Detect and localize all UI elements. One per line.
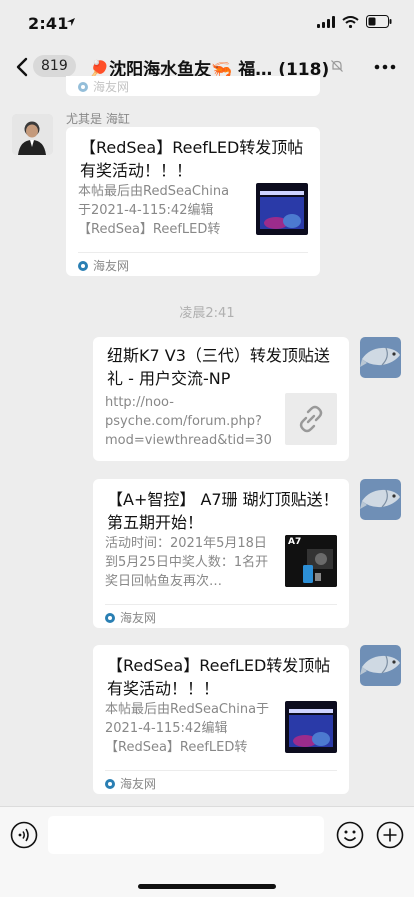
signal-icon [317,15,335,28]
link-thumbnail [285,701,337,753]
wifi-icon [342,15,359,28]
card-divider [105,604,337,605]
message-source: 海友网 [78,257,129,274]
link-thumbnail [256,183,308,235]
my-avatar[interactable] [360,645,401,686]
message-card[interactable]: 【RedSea】ReefLED转发顶帖有奖活动！！！ 本帖最后由RedSeaCh… [93,645,349,794]
status-time: 2:41 [28,14,69,33]
link-thumbnail [285,393,337,445]
sender-avatar[interactable] [12,114,53,155]
input-bar [0,806,414,897]
location-arrow-icon [67,18,75,26]
source-app-icon [78,260,88,271]
message-card[interactable]: 【RedSea】ReefLED转发顶帖有奖活动！！！ 本帖最后由RedSeaCh… [66,127,320,276]
link-title: 纽斯K7 V3（三代）转发顶贴送礼 - 用户交流-NP [107,346,330,388]
voice-input-icon[interactable] [10,821,38,849]
person-avatar-icon [12,114,53,155]
source-label: 海友网 [93,80,130,94]
message-card-partial[interactable]: 海友网 [66,76,320,96]
card-divider [105,770,337,771]
my-avatar[interactable] [360,479,401,520]
fish-avatar-icon [360,479,401,520]
link-title: 【A+智控】 A7珊 瑚灯顶贴送！第五期开始！ [107,490,339,532]
message-input[interactable] [48,816,324,854]
message-source: 海友网 [78,78,129,95]
time-separator: 凌晨2:41 [179,306,235,321]
link-description: 本帖最后由RedSeaChina于2021-4-115:42编辑【RedSea】… [78,184,230,237]
link-icon [299,405,323,433]
source-label: 海友网 [120,611,157,625]
card-divider [78,252,308,253]
link-title: 【RedSea】ReefLED转发顶帖有奖活动！！！ [107,656,331,698]
link-description: 本帖最后由RedSeaChina于2021-4-115:42编辑【RedSea】… [105,702,270,755]
add-more-icon[interactable] [376,821,404,849]
source-app-icon [105,612,115,623]
status-bar: 2:41 [0,0,414,44]
more-options-icon[interactable] [374,64,396,70]
fish-avatar-icon [360,337,401,378]
link-description: 活动时间：2021年5月18日到5月25日中奖人数：1名开奖日回帖鱼友再次… [105,536,269,589]
link-title: 【RedSea】ReefLED转发顶帖有奖活动！！！ [80,138,304,180]
link-description: http://noo-psyche.com/forum.php?mod=view… [105,395,273,448]
link-thumbnail: A7 [285,535,337,587]
home-indicator[interactable] [138,884,276,889]
battery-icon [366,15,392,28]
sender-name: 尤其是 海缸 [66,112,130,126]
emoji-icon[interactable] [336,821,364,849]
message-card[interactable]: 【A+智控】 A7珊 瑚灯顶贴送！第五期开始！ 活动时间：2021年5月18日到… [93,479,349,628]
unread-count-badge[interactable]: 819 [33,55,76,77]
back-chevron-icon[interactable] [12,56,34,78]
source-label: 海友网 [93,259,130,273]
my-avatar[interactable] [360,337,401,378]
thumbnail-label: A7 [288,537,302,547]
source-app-icon [78,81,88,92]
message-source: 海友网 [105,609,156,626]
mute-bell-icon [331,60,343,72]
source-app-icon [105,778,115,789]
source-label: 海友网 [120,777,157,791]
message-card[interactable]: 纽斯K7 V3（三代）转发顶贴送礼 - 用户交流-NP http://noo-p… [93,337,349,461]
message-source: 海友网 [105,775,156,792]
fish-avatar-icon [360,645,401,686]
